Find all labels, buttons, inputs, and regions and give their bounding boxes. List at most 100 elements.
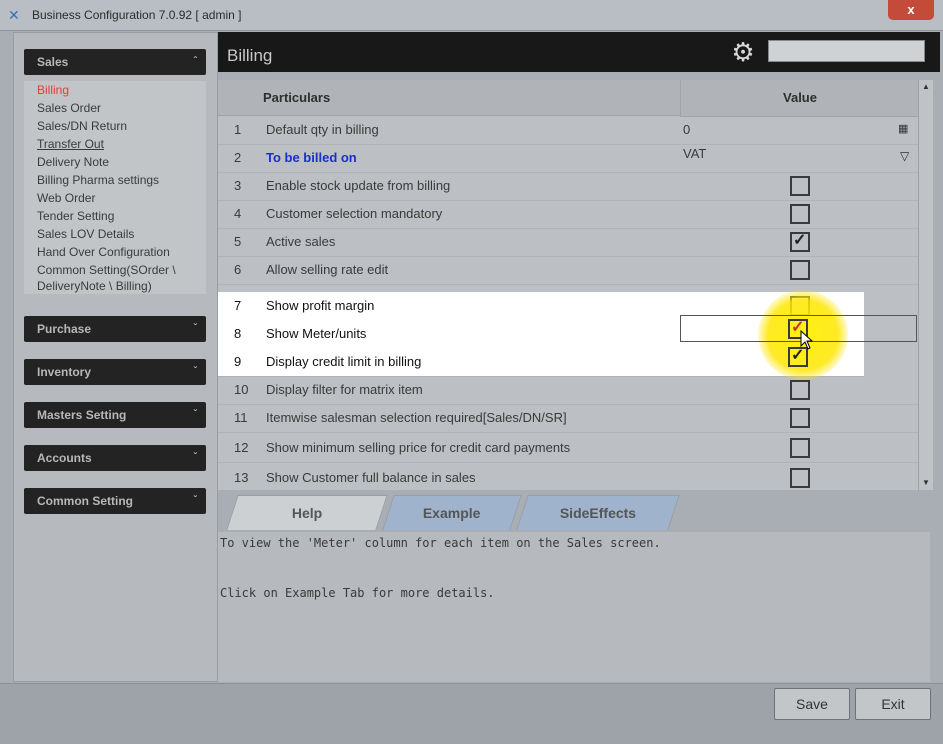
tab-bar: Help Example SideEffects: [218, 495, 918, 533]
title-bar: ✕ Business Configuration 7.0.92 [ admin …: [0, 0, 943, 31]
row-number: 11: [234, 410, 248, 425]
table-row[interactable]: 1 Default qty in billing 0 ▦: [218, 116, 918, 145]
row-label: Active sales: [266, 234, 336, 249]
checkbox[interactable]: [790, 408, 810, 428]
sidebar-header-label: Masters Setting: [37, 408, 127, 422]
sidebar-item-billing[interactable]: Billing: [37, 83, 69, 97]
window-title: Business Configuration 7.0.92 [ admin ]: [32, 8, 242, 22]
sidebar-item-sales-lov-details[interactable]: Sales LOV Details: [37, 227, 134, 241]
sidebar-header-sales[interactable]: Sales ˆ: [24, 49, 206, 75]
help-panel: To view the 'Meter' column for each item…: [218, 532, 930, 682]
checkbox[interactable]: [790, 438, 810, 458]
sidebar-header-masters-setting[interactable]: Masters Setting ˇ: [24, 402, 206, 428]
checkbox[interactable]: [790, 230, 810, 252]
sidebar-item-common-setting-cont[interactable]: DeliveryNote \ Billing): [37, 279, 152, 293]
sidebar-item-delivery-note[interactable]: Delivery Note: [37, 155, 109, 169]
dropdown-arrow-icon[interactable]: ▽: [900, 149, 909, 163]
grid-scrollbar[interactable]: ▲ ▼: [918, 80, 933, 490]
sidebar-header-common-setting[interactable]: Common Setting ˇ: [24, 488, 206, 514]
column-header-particulars: Particulars: [218, 80, 680, 116]
row-label: Display filter for matrix item: [266, 382, 423, 397]
row-value[interactable]: VAT: [683, 146, 706, 161]
row-number: 9: [234, 354, 242, 369]
chevron-down-icon: ˇ: [193, 323, 197, 334]
exit-button[interactable]: Exit: [855, 688, 931, 720]
tab-label: Example: [423, 505, 481, 521]
sidebar-header-label: Sales: [37, 55, 69, 69]
chevron-down-icon: ˇ: [193, 452, 197, 463]
row-label: Allow selling rate edit: [266, 262, 389, 277]
checkbox[interactable]: [790, 260, 810, 280]
checkbox[interactable]: [790, 204, 810, 224]
sidebar-item-sales-dn-return[interactable]: Sales/DN Return: [37, 119, 127, 133]
row-number: 4: [234, 206, 242, 221]
scroll-up-icon[interactable]: ▲: [919, 80, 933, 94]
sidebar-item-tender-setting[interactable]: Tender Setting: [37, 209, 114, 223]
chevron-down-icon: ˇ: [193, 409, 197, 420]
chevron-down-icon: ˇ: [193, 495, 197, 506]
row-label: Show minimum selling price for credit ca…: [266, 440, 571, 455]
help-text: Click on Example Tab for more details.: [220, 586, 495, 600]
sidebar-header-label: Common Setting: [37, 494, 133, 508]
row-number: 8: [234, 326, 242, 341]
checkbox-credit-limit[interactable]: ✓: [788, 347, 808, 367]
sidebar-header-accounts[interactable]: Accounts ˇ: [24, 445, 206, 471]
checkbox[interactable]: [790, 468, 810, 488]
row-number: 5: [234, 234, 242, 249]
search-input[interactable]: [768, 40, 925, 62]
row-number: 6: [234, 262, 242, 277]
sidebar-item-billing-pharma-settings[interactable]: Billing Pharma settings: [37, 173, 159, 187]
footer-bar: Save Exit: [0, 683, 943, 744]
row-label: Show profit margin: [266, 298, 375, 313]
sidebar-header-label: Purchase: [37, 322, 92, 336]
gear-icon[interactable]: ⚙: [728, 37, 758, 67]
row-number: 2: [234, 150, 242, 165]
tab-label: Help: [291, 505, 323, 521]
row-label: Show Customer full balance in sales: [266, 470, 476, 485]
sidebar-item-sales-order[interactable]: Sales Order: [37, 101, 101, 115]
row-number: 12: [234, 440, 249, 455]
save-button[interactable]: Save: [774, 688, 850, 720]
table-row[interactable]: 4 Customer selection mandatory: [218, 200, 918, 229]
checkbox[interactable]: [790, 380, 810, 400]
row-label: Itemwise salesman selection required[Sal…: [266, 410, 567, 425]
scroll-down-icon[interactable]: ▼: [919, 476, 933, 490]
row-number: 1: [234, 122, 242, 137]
checkbox[interactable]: [790, 176, 810, 196]
sales-menu-list: Billing Sales Order Sales/DN Return Tran…: [24, 81, 206, 294]
close-button[interactable]: x: [888, 0, 934, 20]
row-label: Show Meter/units: [266, 326, 367, 341]
tab-side-effects[interactable]: SideEffects: [516, 495, 680, 530]
tab-example[interactable]: Example: [382, 495, 522, 530]
tab-help[interactable]: Help: [226, 495, 388, 530]
table-row[interactable]: 3 Enable stock update from billing: [218, 172, 918, 201]
column-header-value: Value: [680, 80, 918, 117]
sidebar: Sales ˆ Billing Sales Order Sales/DN Ret…: [13, 32, 218, 682]
sidebar-item-common-setting[interactable]: Common Setting(SOrder \: [37, 263, 176, 277]
sidebar-header-inventory[interactable]: Inventory ˇ: [24, 359, 206, 385]
sidebar-item-web-order[interactable]: Web Order: [37, 191, 95, 205]
row-number: 3: [234, 178, 242, 193]
tab-label: SideEffects: [559, 505, 636, 521]
page-title: Billing: [227, 46, 273, 65]
row-label: Display credit limit in billing: [266, 354, 422, 369]
table-row[interactable]: 5 Active sales: [218, 228, 918, 257]
sidebar-item-transfer-out[interactable]: Transfer Out: [37, 137, 104, 151]
table-row[interactable]: 10 Display filter for matrix item: [218, 376, 918, 405]
sidebar-header-purchase[interactable]: Purchase ˇ: [24, 316, 206, 342]
table-row[interactable]: 13 Show Customer full balance in sales: [218, 464, 918, 490]
row-label: Customer selection mandatory: [266, 206, 443, 221]
sidebar-item-hand-over-configuration[interactable]: Hand Over Configuration: [37, 245, 170, 259]
row-label: To be billed on: [266, 150, 357, 165]
main-header: Billing ⚙: [218, 32, 940, 72]
table-row[interactable]: 11 Itemwise salesman selection required[…: [218, 404, 918, 433]
app-icon: ✕: [8, 7, 20, 23]
table-row[interactable]: 2 To be billed on VAT ▽: [218, 144, 918, 173]
table-row[interactable]: 6 Allow selling rate edit: [218, 256, 918, 285]
mouse-pointer-icon: [800, 330, 814, 350]
row-label: Enable stock update from billing: [266, 178, 451, 193]
row-value[interactable]: 0: [683, 122, 690, 137]
table-row[interactable]: 12 Show minimum selling price for credit…: [218, 434, 918, 463]
calculator-icon[interactable]: ▦: [898, 122, 908, 135]
row-number: 7: [234, 298, 242, 313]
